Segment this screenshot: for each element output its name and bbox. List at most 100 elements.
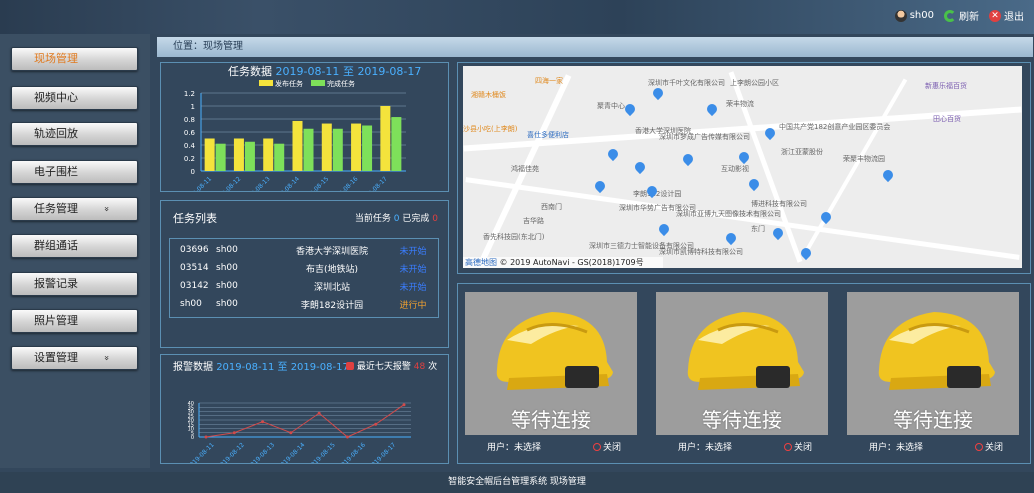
- map-marker-icon[interactable]: [821, 212, 831, 225]
- camera-view-0[interactable]: 等待连接: [465, 292, 637, 435]
- camera-view-1[interactable]: 等待连接: [656, 292, 828, 435]
- map-marker-icon[interactable]: [765, 128, 775, 141]
- done-task-count: 0: [432, 214, 438, 224]
- camera-close-button[interactable]: 关闭: [975, 440, 1003, 453]
- map-label: 中国共产党182创意产业园区委员会: [779, 123, 891, 131]
- map-label: 鸿福佳苑: [511, 165, 539, 173]
- map-marker-icon[interactable]: [773, 228, 783, 241]
- x-tick-label: 2019-08-15: [301, 175, 331, 191]
- map-marker-icon[interactable]: [635, 162, 645, 175]
- logout-label: 退出: [1004, 12, 1024, 23]
- table-row[interactable]: 03142 sh00 深圳北站 未开始: [172, 277, 434, 295]
- nav-item-5[interactable]: 群组通话: [11, 234, 138, 258]
- map-marker-icon[interactable]: [608, 149, 618, 162]
- map-marker-icon[interactable]: [647, 186, 657, 199]
- map-label: 聚青中心: [597, 102, 625, 110]
- nav-item-label: 群组通话: [34, 239, 78, 252]
- task-chart-panel: 任务数据 2019-08-11 至 2019-08-17 发布任务 完成任务 0…: [160, 62, 449, 192]
- nav-item-6[interactable]: 报警记录: [11, 272, 138, 296]
- nav-item-label: 现场管理: [34, 52, 78, 65]
- camera-close-button[interactable]: 关闭: [593, 440, 621, 453]
- map-marker-icon[interactable]: [801, 248, 811, 261]
- alarm-point: [374, 422, 378, 426]
- task-bar-chart: 任务数据 2019-08-11 至 2019-08-17 发布任务 完成任务 0…: [183, 64, 421, 191]
- power-icon: [593, 443, 601, 451]
- map-label: 田心百货: [933, 115, 961, 123]
- nav-item-label: 任务管理: [34, 202, 78, 215]
- x-tick-label: 2019-08-14: [271, 175, 301, 191]
- nav-item-8[interactable]: 设置管理 »: [11, 346, 138, 370]
- nav-item-label: 电子围栏: [34, 165, 78, 178]
- alarm-point: [204, 435, 208, 439]
- chevron-down-icon: »: [101, 206, 112, 212]
- map-marker-icon[interactable]: [625, 104, 635, 117]
- map-view[interactable]: 上李朗公园小区 新惠乐福百货 田心百货 深圳市千叶文化有限公司 聚青中心 荣丰物流 中国共产…: [463, 66, 1022, 268]
- task-user: sh00: [216, 245, 238, 255]
- nav-item-0[interactable]: 现场管理: [11, 47, 138, 71]
- map-label: 浙江亚蒙股份: [781, 148, 823, 156]
- y-tick-label: 0: [191, 168, 195, 176]
- username: sh00: [909, 10, 934, 21]
- map-marker-icon[interactable]: [707, 104, 717, 117]
- table-row[interactable]: 03696 sh00 香港大学深圳医院 未开始: [172, 241, 434, 259]
- nav-item-2[interactable]: 轨迹回放: [11, 122, 138, 146]
- nav-item-7[interactable]: 照片管理: [11, 309, 138, 333]
- table-row[interactable]: sh00 sh00 李朗182设计园 进行中: [172, 295, 434, 313]
- y-tick-label: 0.6: [184, 129, 196, 137]
- table-row[interactable]: 03514 sh00 布吉(地铁站) 未开始: [172, 259, 434, 277]
- nav-item-label: 轨迹回放: [34, 127, 78, 140]
- task-status: 进行中: [399, 300, 427, 311]
- refresh-icon: [944, 9, 956, 22]
- bar-completed: [215, 143, 226, 171]
- y-tick-label: 1.2: [184, 90, 195, 98]
- map-marker-icon[interactable]: [659, 224, 669, 237]
- map-marker-icon[interactable]: [595, 181, 605, 194]
- legend-label-completed: 完成任务: [327, 79, 355, 88]
- refresh-button[interactable]: 刷新: [944, 8, 979, 23]
- task-status: 未开始: [399, 282, 427, 293]
- task-id: 03142: [180, 281, 209, 291]
- map-marker-icon[interactable]: [739, 152, 749, 165]
- bar-completed: [362, 125, 373, 171]
- camera-close-button[interactable]: 关闭: [784, 440, 812, 453]
- nav-item-1[interactable]: 视频中心: [11, 86, 138, 110]
- map-label: 荣丰物流: [726, 100, 754, 108]
- map-label: 深圳市亚博九天图像技术有限公司: [676, 210, 781, 218]
- helmet-image: [687, 312, 804, 390]
- user-toolbar: sh00 刷新 ✕ 退出: [894, 8, 1034, 23]
- breadcrumb: 位置：现场管理: [157, 37, 1033, 57]
- map-marker-icon[interactable]: [749, 179, 759, 192]
- nav-item-4[interactable]: 任务管理 »: [11, 197, 138, 221]
- alarm-point: [345, 435, 349, 439]
- map-marker-icon[interactable]: [726, 233, 736, 246]
- bar-completed: [274, 143, 285, 171]
- power-icon: [784, 443, 792, 451]
- alarm-point: [402, 403, 406, 407]
- camera-close-label: 关闭: [603, 443, 622, 453]
- helmet-image: [496, 312, 613, 390]
- x-tick-label: 2019-08-17: [368, 441, 398, 463]
- user-menu[interactable]: sh00: [894, 9, 934, 22]
- alarm-point: [289, 431, 293, 435]
- y-tick-label: 0.4: [184, 142, 196, 150]
- bar-published: [292, 120, 303, 171]
- nav-item-label: 视频中心: [34, 91, 78, 104]
- map-marker-icon[interactable]: [653, 88, 663, 101]
- nav-item-3[interactable]: 电子围栏: [11, 160, 138, 184]
- x-tick-label: 2019-08-16: [337, 441, 367, 463]
- logout-button[interactable]: ✕ 退出: [989, 8, 1024, 23]
- camera-view-2[interactable]: 等待连接: [847, 292, 1019, 435]
- map-label: 新惠乐福百货: [925, 82, 967, 90]
- sidebar: 现场管理视频中心轨迹回放电子围栏任务管理 » 群组通话报警记录照片管理设置管理 »: [0, 34, 150, 468]
- chevron-down-icon: »: [101, 355, 112, 361]
- map-label: 香先科技园(东北门): [483, 233, 545, 241]
- legend-label-published: 发布任务: [275, 79, 303, 88]
- x-tick-label: 2019-08-15: [307, 441, 337, 463]
- task-id: sh00: [180, 299, 202, 309]
- bar-published: [204, 138, 215, 171]
- map-marker-icon[interactable]: [683, 154, 693, 167]
- x-tick-label: 2019-08-11: [183, 175, 213, 191]
- map-marker-icon[interactable]: [883, 170, 893, 183]
- bar-published: [263, 138, 274, 171]
- power-icon: [975, 443, 983, 451]
